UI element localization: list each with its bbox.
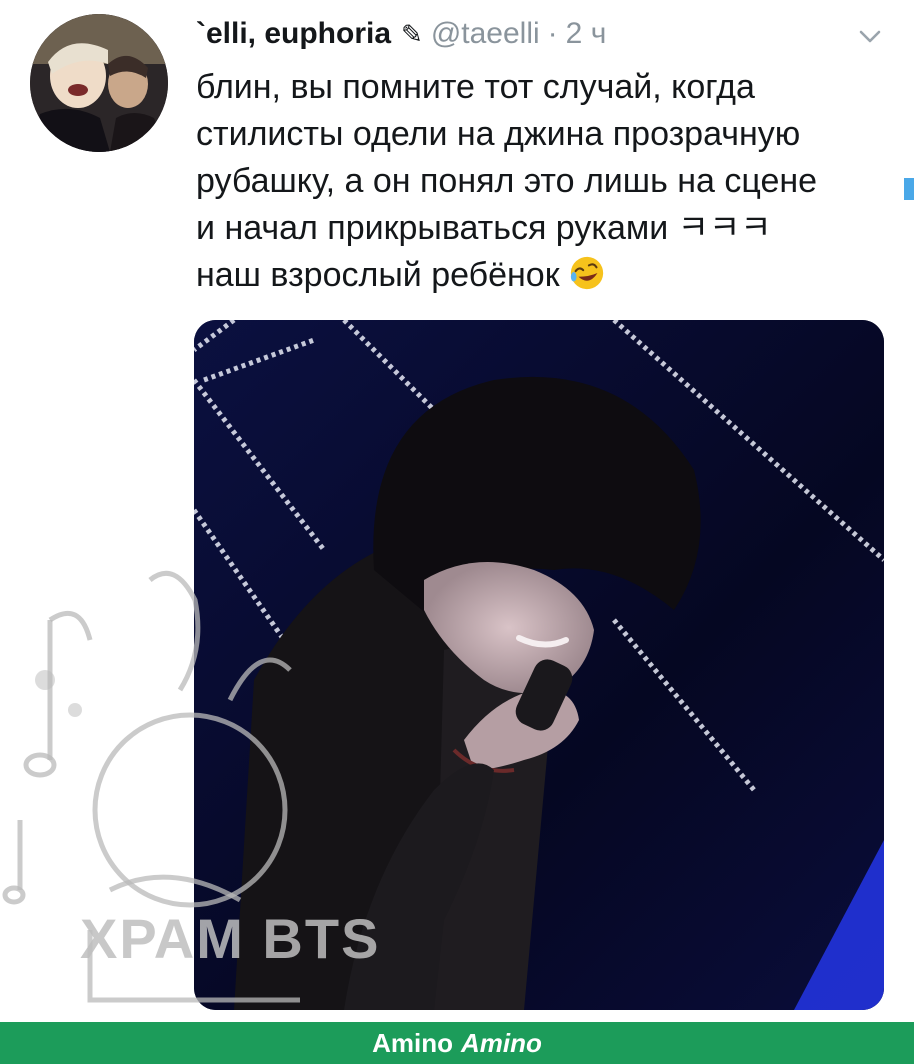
watermark-text: ХРАМ BTS	[80, 907, 381, 970]
tweet-header: `elli, euphoria ✎ @taeelli · 2 ч	[196, 14, 606, 54]
amino-logo: Amino	[461, 1027, 542, 1058]
tweet-line-last: наш взрослый ребёнок	[196, 252, 896, 299]
tweet-line: рубашку, а он понял это лишь на сцене	[196, 162, 818, 200]
tweet-line: блин, вы помните тот случай, когда	[196, 68, 755, 106]
avatar-photo	[30, 14, 168, 152]
tweet-card: `elli, euphoria ✎ @taeelli · 2 ч блин, в…	[0, 0, 914, 1022]
chevron-down-icon[interactable]	[858, 26, 882, 46]
amino-brand: Amino	[372, 1027, 453, 1058]
separator-dot: ·	[547, 17, 558, 50]
tweet-text: блин, вы помните тот случай, когда стили…	[196, 64, 896, 299]
amino-footer-bar[interactable]: Amino Amino	[0, 1022, 914, 1064]
tweet-line: стилисты одели на джина прозрачную	[196, 115, 801, 153]
pencil-icon: ✎	[401, 18, 423, 49]
tweet-line: и начал прикрываться руками ㅋㅋㅋ	[196, 209, 772, 247]
user-handle[interactable]: @taeelli	[431, 17, 540, 51]
timestamp[interactable]: 2 ч	[566, 17, 607, 51]
display-name[interactable]: `elli, euphoria	[196, 17, 391, 51]
scroll-indicator	[904, 178, 914, 200]
avatar[interactable]	[30, 14, 168, 152]
tweet-line: наш взрослый ребёнок	[196, 256, 560, 294]
laughing-face-emoji-icon	[570, 256, 603, 290]
